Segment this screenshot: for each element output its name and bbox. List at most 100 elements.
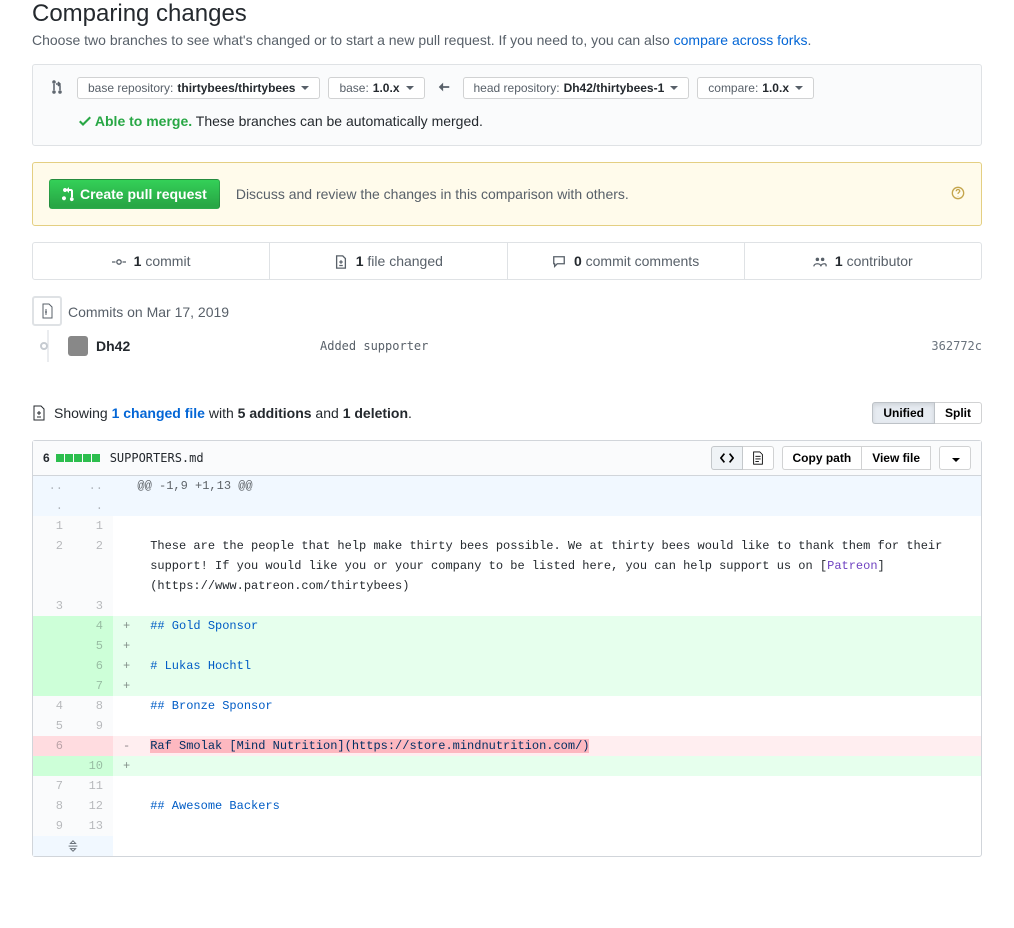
diff-marker (113, 716, 140, 736)
help-icon[interactable] (951, 186, 965, 203)
code-line (140, 676, 981, 696)
compare-branch-picker[interactable]: compare: 1.0.x (697, 77, 814, 99)
split-button[interactable]: Split (935, 402, 982, 424)
line-num-old: 1 (33, 516, 73, 536)
commits-date-header: Commits on Mar 17, 2019 (68, 300, 982, 330)
line-num-new: 1 (73, 516, 113, 536)
commit-author[interactable]: Dh42 (96, 338, 296, 354)
diff-marker (113, 776, 140, 796)
source-view-button[interactable] (711, 446, 743, 470)
stat-contributors[interactable]: 1 contributor (745, 243, 981, 279)
line-num-old: 7 (33, 776, 73, 796)
timeline-badge-icon (32, 296, 62, 326)
file-name[interactable]: SUPPORTERS.md (110, 451, 711, 465)
line-num-old: 6 (33, 736, 73, 756)
diffstat (56, 454, 100, 462)
comment-icon (552, 255, 566, 269)
git-compare-icon (49, 79, 65, 98)
line-num-old (33, 616, 73, 636)
line-num-new: 8 (73, 696, 113, 716)
pr-prompt: Create pull request Discuss and review t… (32, 162, 982, 226)
file-menu-button[interactable] (939, 446, 971, 470)
line-num-old (33, 656, 73, 676)
line-num-old: 8 (33, 796, 73, 816)
line-num-new: 6 (73, 656, 113, 676)
diff-view-toggle: Unified Split (872, 402, 982, 424)
line-num-new: 9 (73, 716, 113, 736)
commits-timeline: Commits on Mar 17, 2019 Dh42 Added suppo… (32, 300, 982, 362)
copy-path-button[interactable]: Copy path (782, 446, 863, 470)
diff-marker: + (113, 656, 140, 676)
base-repo-picker[interactable]: base repository: thirtybees/thirtybees (77, 77, 320, 99)
stat-files[interactable]: 1 file changed (270, 243, 507, 279)
unified-button[interactable]: Unified (872, 402, 935, 424)
chevron-down-icon (952, 458, 960, 462)
diff-marker (113, 596, 140, 616)
diff-marker: + (113, 616, 140, 636)
line-num-old: 3 (33, 596, 73, 616)
rendered-view-button[interactable] (743, 446, 774, 470)
file-icon (32, 405, 46, 421)
hunk-header: @@ -1,9 +1,13 @@ (113, 476, 981, 516)
diff-marker: + (113, 756, 140, 776)
avatar[interactable] (68, 336, 88, 356)
commit-message[interactable]: Added supporter (320, 339, 931, 353)
file-diff-icon (334, 255, 348, 269)
head-repo-picker[interactable]: head repository: Dh42/thirtybees-1 (463, 77, 690, 99)
view-file-button[interactable]: View file (862, 446, 931, 470)
commit-row: Dh42 Added supporter 362772c (68, 330, 982, 362)
code-line: ## Bronze Sponsor (140, 696, 981, 716)
merge-status: Able to merge. These branches can be aut… (49, 113, 965, 129)
line-num-old: 5 (33, 716, 73, 736)
stat-comments[interactable]: 0 commit comments (508, 243, 745, 279)
page-title: Comparing changes (32, 0, 982, 28)
page-subtitle: Choose two branches to see what's change… (32, 32, 982, 48)
diff-marker (113, 796, 140, 816)
code-line (140, 716, 981, 736)
file-icon (751, 451, 765, 465)
diff-marker: - (113, 736, 140, 756)
file-change-count: 6 (43, 451, 50, 465)
git-pull-request-icon (62, 186, 74, 202)
code-icon (720, 451, 734, 465)
line-num-old (33, 636, 73, 656)
diff-marker (113, 536, 140, 596)
line-num-new: 3 (73, 596, 113, 616)
code-line: Raf Smolak [Mind Nutrition](https://stor… (140, 736, 981, 756)
diff-marker: + (113, 676, 140, 696)
commit-sha[interactable]: 362772c (931, 339, 982, 353)
code-line (140, 516, 981, 536)
expand-button[interactable] (33, 836, 113, 856)
commit-dot-icon (40, 342, 48, 350)
code-line (140, 596, 981, 616)
code-line (140, 816, 981, 836)
code-line: ## Gold Sponsor (140, 616, 981, 636)
compare-forks-link[interactable]: compare across forks (674, 32, 808, 48)
line-num-old (33, 676, 73, 696)
diff-marker (113, 516, 140, 536)
range-editor: base repository: thirtybees/thirtybees b… (32, 64, 982, 146)
arrow-left-icon (433, 80, 455, 97)
diff-marker (113, 816, 140, 836)
line-num-new: 2 (73, 536, 113, 596)
check-icon (79, 113, 91, 129)
line-num-new: 13 (73, 816, 113, 836)
line-num-old: 2 (33, 536, 73, 596)
base-branch-picker[interactable]: base: 1.0.x (328, 77, 424, 99)
pr-prompt-text: Discuss and review the changes in this c… (236, 186, 935, 202)
line-num-new: ... (73, 476, 113, 516)
file-diff: 6 SUPPORTERS.md Copy path View file ....… (32, 440, 982, 857)
diff-summary: Showing 1 changed file with 5 additions … (32, 402, 982, 424)
create-pr-button[interactable]: Create pull request (49, 179, 220, 209)
line-num-old: ... (33, 476, 73, 516)
code-line (140, 776, 981, 796)
commit-icon (112, 255, 126, 269)
stats-bar: 1 commit 1 file changed 0 commit comment… (32, 242, 982, 280)
line-num-old: 9 (33, 816, 73, 836)
changed-files-link[interactable]: 1 changed file (112, 405, 205, 421)
code-line: # Lukas Hochtl (140, 656, 981, 676)
stat-commits[interactable]: 1 commit (33, 243, 270, 279)
line-num-old (33, 756, 73, 776)
line-num-new: 11 (73, 776, 113, 796)
line-num-new: 12 (73, 796, 113, 816)
